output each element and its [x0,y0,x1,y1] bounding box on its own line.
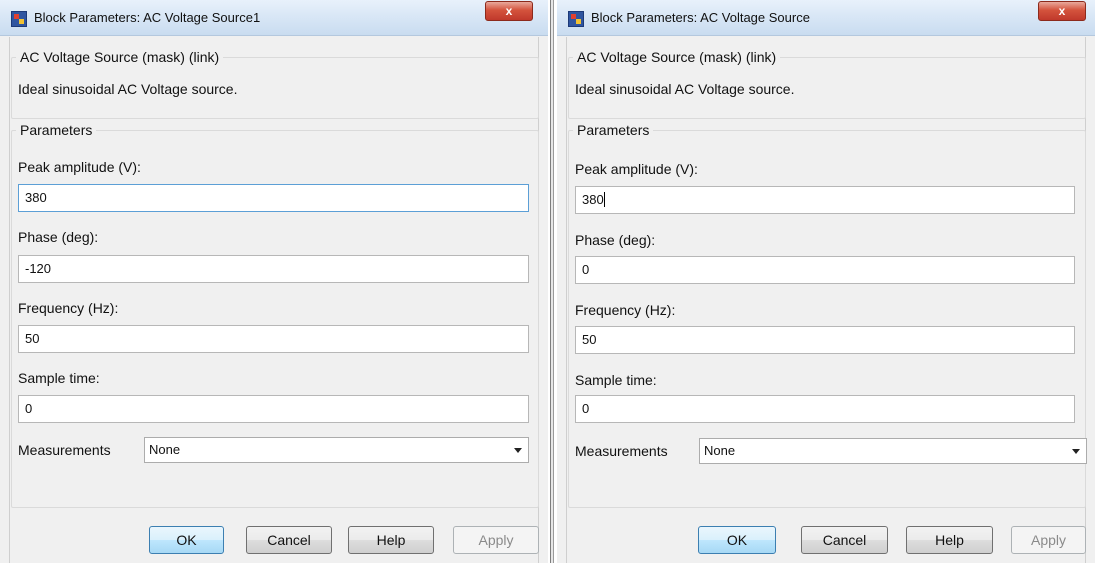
cancel-button[interactable]: Cancel [246,526,332,554]
block-description: Ideal sinusoidal AC Voltage source. [575,81,795,97]
sample-time-label: Sample time: [575,372,657,388]
simulink-app-icon [11,11,27,27]
parameters-group-title: Parameters [16,122,97,138]
text-cursor [603,192,605,207]
peak-amplitude-value: 380 [582,192,604,207]
chevron-down-icon [1072,449,1080,454]
sample-time-label: Sample time: [18,370,100,386]
parameters-group: Parameters Peak amplitude (V): 380 Phase… [568,122,1087,508]
window-title: Block Parameters: AC Voltage Source [591,10,810,25]
cancel-button[interactable]: Cancel [801,526,888,554]
parameters-group: Parameters Peak amplitude (V): 380 Phase… [11,122,539,508]
block-group-title: AC Voltage Source (mask) (link) [16,49,224,65]
frequency-input[interactable]: 50 [18,325,529,353]
block-group-title: AC Voltage Source (mask) (link) [573,49,781,65]
frequency-input[interactable]: 50 [575,326,1075,354]
apply-button: Apply [1011,526,1086,554]
measurements-label: Measurements [575,443,668,459]
peak-amplitude-label: Peak amplitude (V): [575,161,698,177]
ok-button[interactable]: OK [698,526,776,554]
chevron-down-icon [514,448,522,453]
title-bar[interactable]: Block Parameters: AC Voltage Source x [557,0,1095,36]
help-button[interactable]: Help [906,526,993,554]
ok-button[interactable]: OK [149,526,224,554]
peak-amplitude-input[interactable]: 380 [575,186,1075,214]
block-description-group: AC Voltage Source (mask) (link) Ideal si… [568,49,1086,119]
dialog-content: AC Voltage Source (mask) (link) Ideal si… [9,37,539,563]
apply-button: Apply [453,526,539,554]
help-button[interactable]: Help [348,526,434,554]
phase-input[interactable]: 0 [575,256,1075,284]
frequency-label: Frequency (Hz): [575,302,676,318]
block-parameters-dialog-left: Block Parameters: AC Voltage Source1 x A… [0,0,548,563]
simulink-app-icon [568,11,584,27]
block-description: Ideal sinusoidal AC Voltage source. [18,81,238,97]
phase-input[interactable]: -120 [18,255,529,283]
title-bar[interactable]: Block Parameters: AC Voltage Source1 x [0,0,548,36]
parameters-group-title: Parameters [573,122,654,138]
block-parameters-dialog-right: Block Parameters: AC Voltage Source x AC… [557,0,1095,563]
sample-time-input[interactable]: 0 [18,395,529,423]
phase-label: Phase (deg): [18,229,99,245]
sample-time-input[interactable]: 0 [575,395,1075,423]
peak-amplitude-label: Peak amplitude (V): [18,159,141,175]
peak-amplitude-input[interactable]: 380 [18,184,529,212]
measurements-selected-value: None [704,443,736,458]
phase-label: Phase (deg): [575,232,656,248]
frequency-label: Frequency (Hz): [18,300,119,316]
measurements-selected-value: None [149,442,181,457]
block-description-group: AC Voltage Source (mask) (link) Ideal si… [11,49,539,119]
window-separator [548,0,557,563]
measurements-label: Measurements [18,442,111,458]
close-button[interactable]: x [1038,1,1086,21]
dialog-content: AC Voltage Source (mask) (link) Ideal si… [566,37,1087,563]
measurements-dropdown[interactable]: None [144,437,529,463]
window-title: Block Parameters: AC Voltage Source1 [34,10,261,25]
close-button[interactable]: x [485,1,533,21]
measurements-dropdown[interactable]: None [699,438,1087,464]
